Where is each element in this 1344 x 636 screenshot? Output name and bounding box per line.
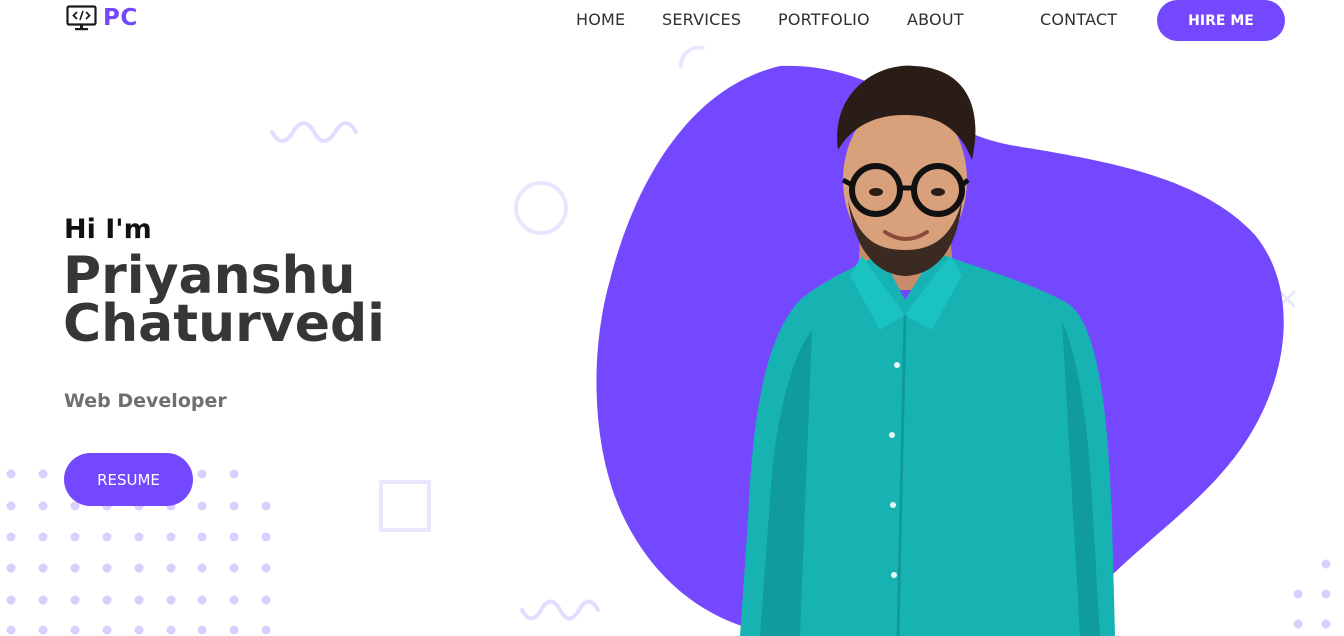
profile-portrait-image — [740, 65, 1115, 636]
